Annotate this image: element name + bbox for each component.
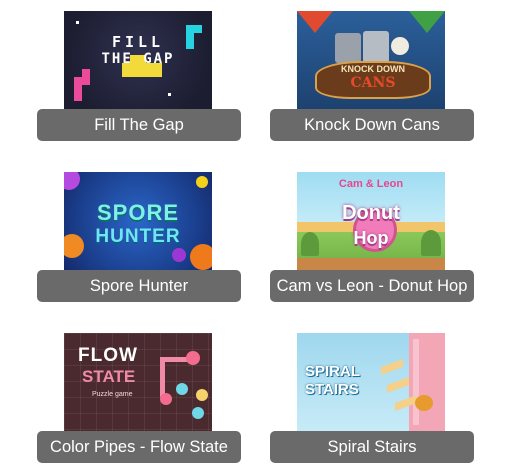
thumb-title-line-2: CANS <box>350 75 396 91</box>
flow-state-thumbnail[interactable]: FLOW STATE Puzzle game <box>64 333 212 431</box>
thumb-title-line-1: FLOW <box>78 345 138 366</box>
game-title-flow-state[interactable]: Color Pipes - Flow State <box>37 431 241 463</box>
game-card-flow-state[interactable]: FLOW STATE Puzzle game Color Pipes - Flo… <box>37 333 241 463</box>
thumb-title-line-1: SPORE <box>96 200 180 225</box>
fill-the-gap-thumbnail[interactable]: FILL THE GAP <box>64 11 212 109</box>
game-title-spiral-stairs[interactable]: Spiral Stairs <box>270 431 474 463</box>
thumb-title-line-2: STAIRS <box>305 381 359 398</box>
spore-hunter-thumbnail[interactable]: SPORE HUNTER <box>64 172 212 270</box>
donut-hop-thumbnail[interactable]: Cam & Leon Donut Hop <box>297 172 445 270</box>
game-title-knock-down-cans[interactable]: Knock Down Cans <box>270 109 474 141</box>
thumb-title-line-2: STATE <box>82 367 136 386</box>
thumb-title-line-3: Hop <box>353 228 389 248</box>
thumb-title-line-1: Cam & Leon <box>338 178 404 190</box>
spiral-stairs-thumbnail[interactable]: SPIRAL STAIRS <box>297 333 445 431</box>
game-title-spore-hunter[interactable]: Spore Hunter <box>37 270 241 302</box>
knock-down-cans-thumbnail[interactable]: KNOCK DOWN CANS <box>297 11 445 109</box>
game-card-knock-down-cans[interactable]: KNOCK DOWN CANS Knock Down Cans <box>270 11 474 141</box>
thumb-title-line-2: Donut <box>342 202 400 224</box>
game-card-spiral-stairs[interactable]: SPIRAL STAIRS Spiral Stairs <box>270 333 474 463</box>
thumb-title-line-1: SPIRAL <box>305 363 361 380</box>
game-card-fill-the-gap[interactable]: FILL THE GAP Fill The Gap <box>37 11 241 141</box>
game-card-donut-hop[interactable]: Cam & Leon Donut Hop Cam vs Leon - Donut… <box>270 172 474 302</box>
thumb-title-line-1: KNOCK DOWN <box>341 64 405 74</box>
thumb-title-line-2: HUNTER <box>95 226 181 247</box>
thumb-title-line-1: FILL <box>111 33 165 51</box>
game-title-fill-the-gap[interactable]: Fill The Gap <box>37 109 241 141</box>
game-card-spore-hunter[interactable]: SPORE HUNTER Spore Hunter <box>37 172 241 302</box>
thumb-subtitle: Puzzle game <box>92 391 133 398</box>
thumb-title-line-2: THE GAP <box>101 51 175 67</box>
game-title-donut-hop[interactable]: Cam vs Leon - Donut Hop <box>270 270 474 302</box>
